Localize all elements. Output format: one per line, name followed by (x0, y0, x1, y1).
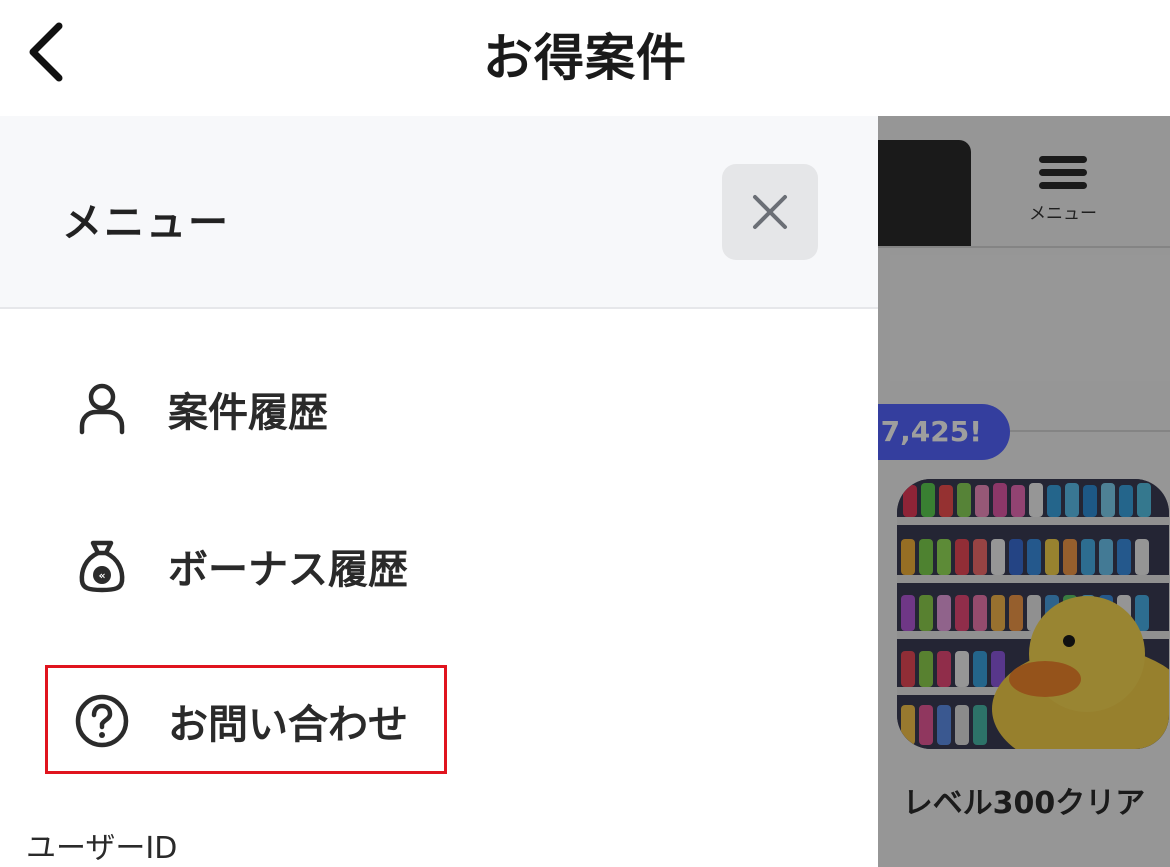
page: お得案件 メニュー +7,425! (0, 0, 1170, 867)
user-icon (74, 381, 130, 437)
drawer-title: メニュー (62, 200, 230, 246)
menu-item-label: 案件履歴 (168, 390, 328, 436)
user-id-label: ユーザーID (26, 831, 178, 866)
dim-overlay[interactable] (878, 116, 1170, 867)
money-bag-icon: « (74, 538, 130, 594)
close-icon (753, 195, 787, 229)
page-title: お得案件 (483, 29, 687, 87)
highlight-box (45, 665, 447, 774)
side-drawer: メニュー 案件履歴 « ボーナス履歴 お問い合わせ ユーザーID (0, 116, 878, 867)
svg-text:«: « (98, 569, 105, 582)
drawer-header: メニュー (0, 116, 878, 309)
menu-item-bonus-history[interactable]: « ボーナス履歴 (0, 516, 878, 616)
top-header: お得案件 (0, 0, 1170, 116)
close-button[interactable] (722, 164, 818, 260)
menu-item-job-history[interactable]: 案件履歴 (0, 359, 878, 459)
menu-item-label: ボーナス履歴 (168, 547, 408, 593)
